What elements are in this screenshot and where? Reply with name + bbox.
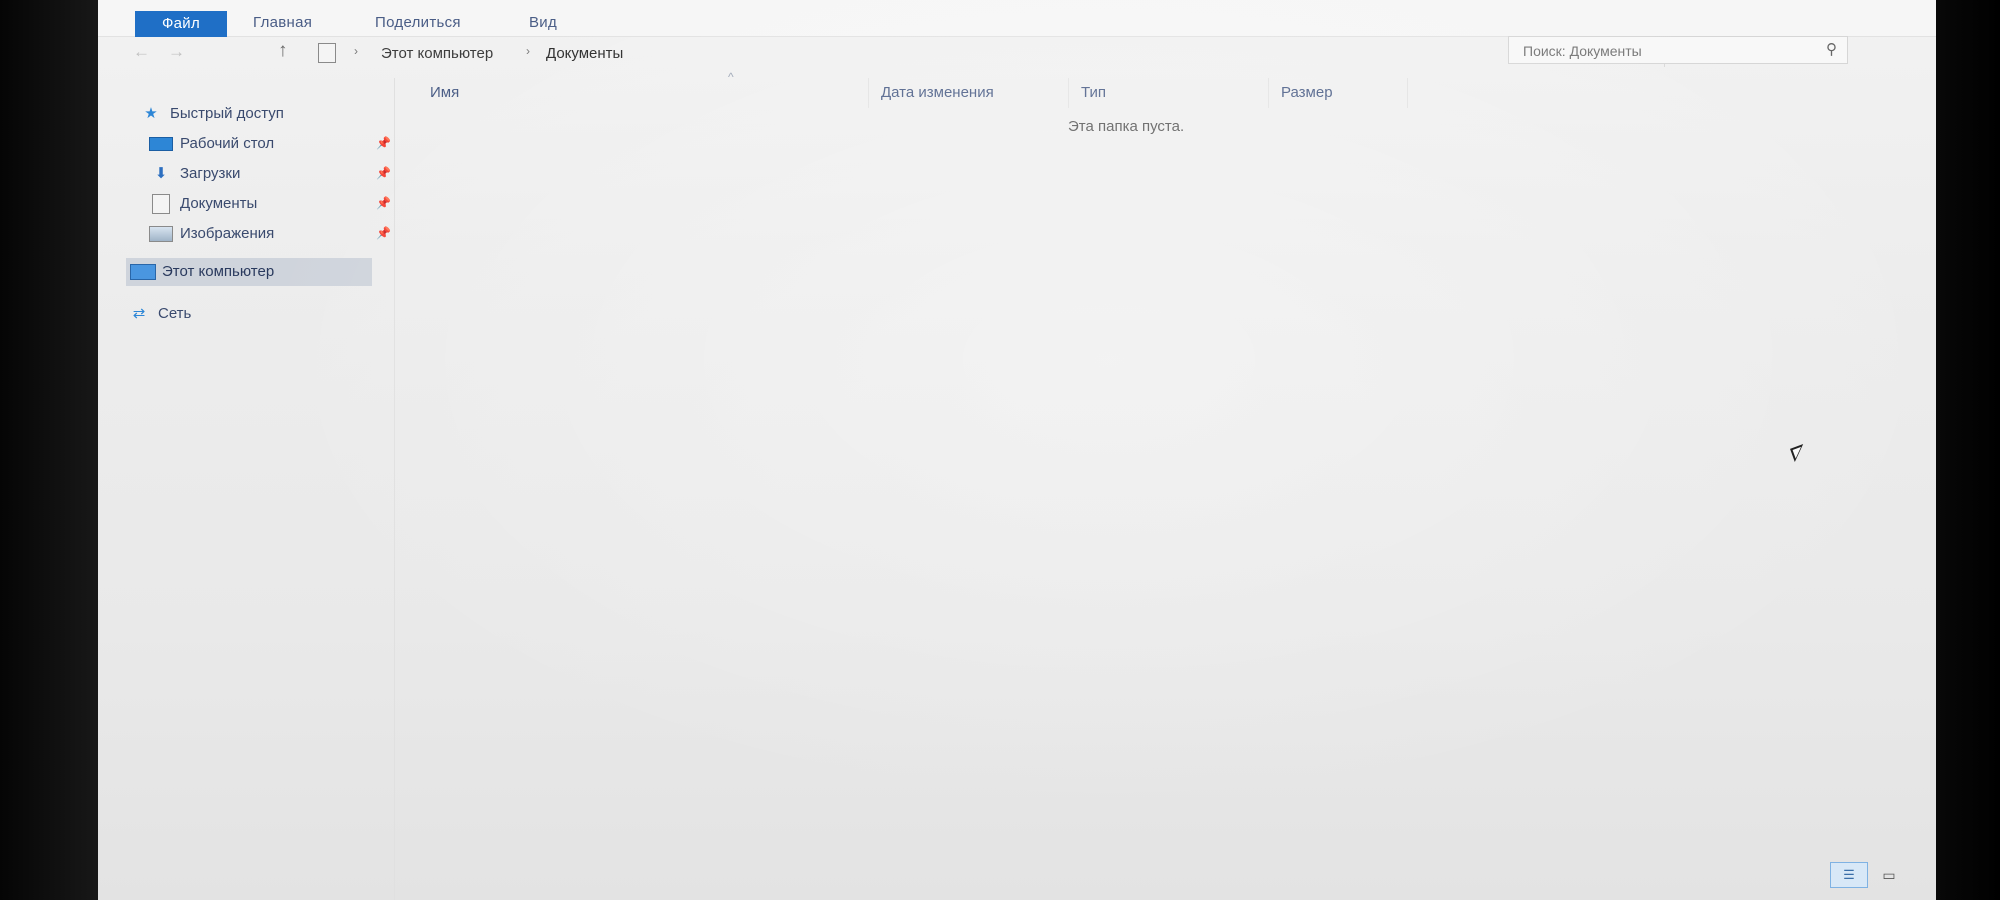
- pin-icon[interactable]: 📌: [376, 166, 391, 180]
- details-view-icon[interactable]: ☰: [1830, 862, 1868, 888]
- navigation-bar: ← → ↑ › Этот компьютер › Документы ⌄ ↻ ⚲: [98, 36, 1936, 72]
- nav-item-label: Рабочий стол: [180, 135, 275, 152]
- nav-item-network[interactable]: ⇄ Сеть: [126, 300, 192, 328]
- empty-folder-message: Эта папка пуста.: [1068, 118, 1185, 135]
- nav-item-label: Этот компьютер: [162, 263, 275, 280]
- view-switcher: ☰ ▭: [1830, 862, 1906, 890]
- nav-item-label: Изображения: [180, 225, 275, 242]
- tab-home[interactable]: Главная: [253, 10, 312, 36]
- nav-item-downloads[interactable]: ⬇ Загрузки: [148, 160, 241, 188]
- computer-icon: [130, 258, 156, 286]
- column-header-date[interactable]: Дата изменения: [868, 78, 1068, 108]
- nav-item-label: Сеть: [158, 305, 192, 322]
- search-icon[interactable]: ⚲: [1826, 40, 1837, 58]
- nav-item-label: Документы: [180, 195, 258, 212]
- ribbon-tabs: Файл Главная Поделиться Вид: [98, 0, 1936, 37]
- tab-share[interactable]: Поделиться: [375, 10, 461, 36]
- explorer-window: Файл Главная Поделиться Вид ← → ↑ › Этот…: [98, 0, 1936, 900]
- documents-icon: [148, 190, 174, 218]
- pin-icon[interactable]: 📌: [376, 226, 391, 240]
- download-icon: ⬇: [154, 165, 168, 182]
- nav-item-this-pc[interactable]: Этот компьютер: [126, 258, 372, 286]
- forward-arrow-icon[interactable]: →: [168, 42, 185, 62]
- nav-item-quick-access[interactable]: ★ Быстрый доступ: [138, 100, 284, 128]
- pin-icon[interactable]: 📌: [376, 136, 391, 150]
- star-icon: ★: [144, 105, 158, 122]
- desktop-icon: [148, 130, 174, 158]
- nav-item-label: Загрузки: [180, 165, 241, 182]
- breadcrumb-separator[interactable]: ›: [526, 44, 530, 58]
- pin-icon[interactable]: 📌: [376, 196, 391, 210]
- tab-view[interactable]: Вид: [529, 10, 557, 36]
- documents-folder-icon: [318, 43, 336, 63]
- up-arrow-icon[interactable]: ↑: [278, 40, 288, 62]
- breadcrumb-this-pc[interactable]: Этот компьютер: [381, 45, 493, 62]
- address-bar[interactable]: › Этот компьютер › Документы ⌄ ↻: [306, 39, 1685, 67]
- search-box[interactable]: ⚲: [1508, 36, 1848, 64]
- nav-item-desktop[interactable]: Рабочий стол: [148, 130, 274, 158]
- nav-item-pictures[interactable]: Изображения: [148, 220, 274, 248]
- tab-file[interactable]: Файл: [135, 11, 227, 37]
- column-header-type[interactable]: Тип: [1068, 78, 1268, 108]
- column-header-size[interactable]: Размер: [1268, 78, 1408, 108]
- breadcrumb-separator[interactable]: ›: [354, 44, 358, 58]
- large-icons-view-icon[interactable]: ▭: [1874, 862, 1904, 888]
- back-arrow-icon[interactable]: ←: [133, 42, 150, 62]
- search-input[interactable]: [1521, 41, 1805, 61]
- file-list: ^ Имя Дата изменения Тип Размер Эта папк…: [398, 70, 1936, 900]
- pictures-icon: [148, 220, 174, 248]
- breadcrumb-documents[interactable]: Документы: [546, 45, 623, 62]
- navigation-pane: ★ Быстрый доступ Рабочий стол 📌 ⬇ Загрузки…: [98, 78, 395, 900]
- nav-item-label: Быстрый доступ: [170, 105, 284, 122]
- column-header-name[interactable]: Имя: [418, 78, 868, 108]
- network-icon: ⇄: [132, 305, 146, 322]
- nav-item-documents[interactable]: Документы: [148, 190, 257, 218]
